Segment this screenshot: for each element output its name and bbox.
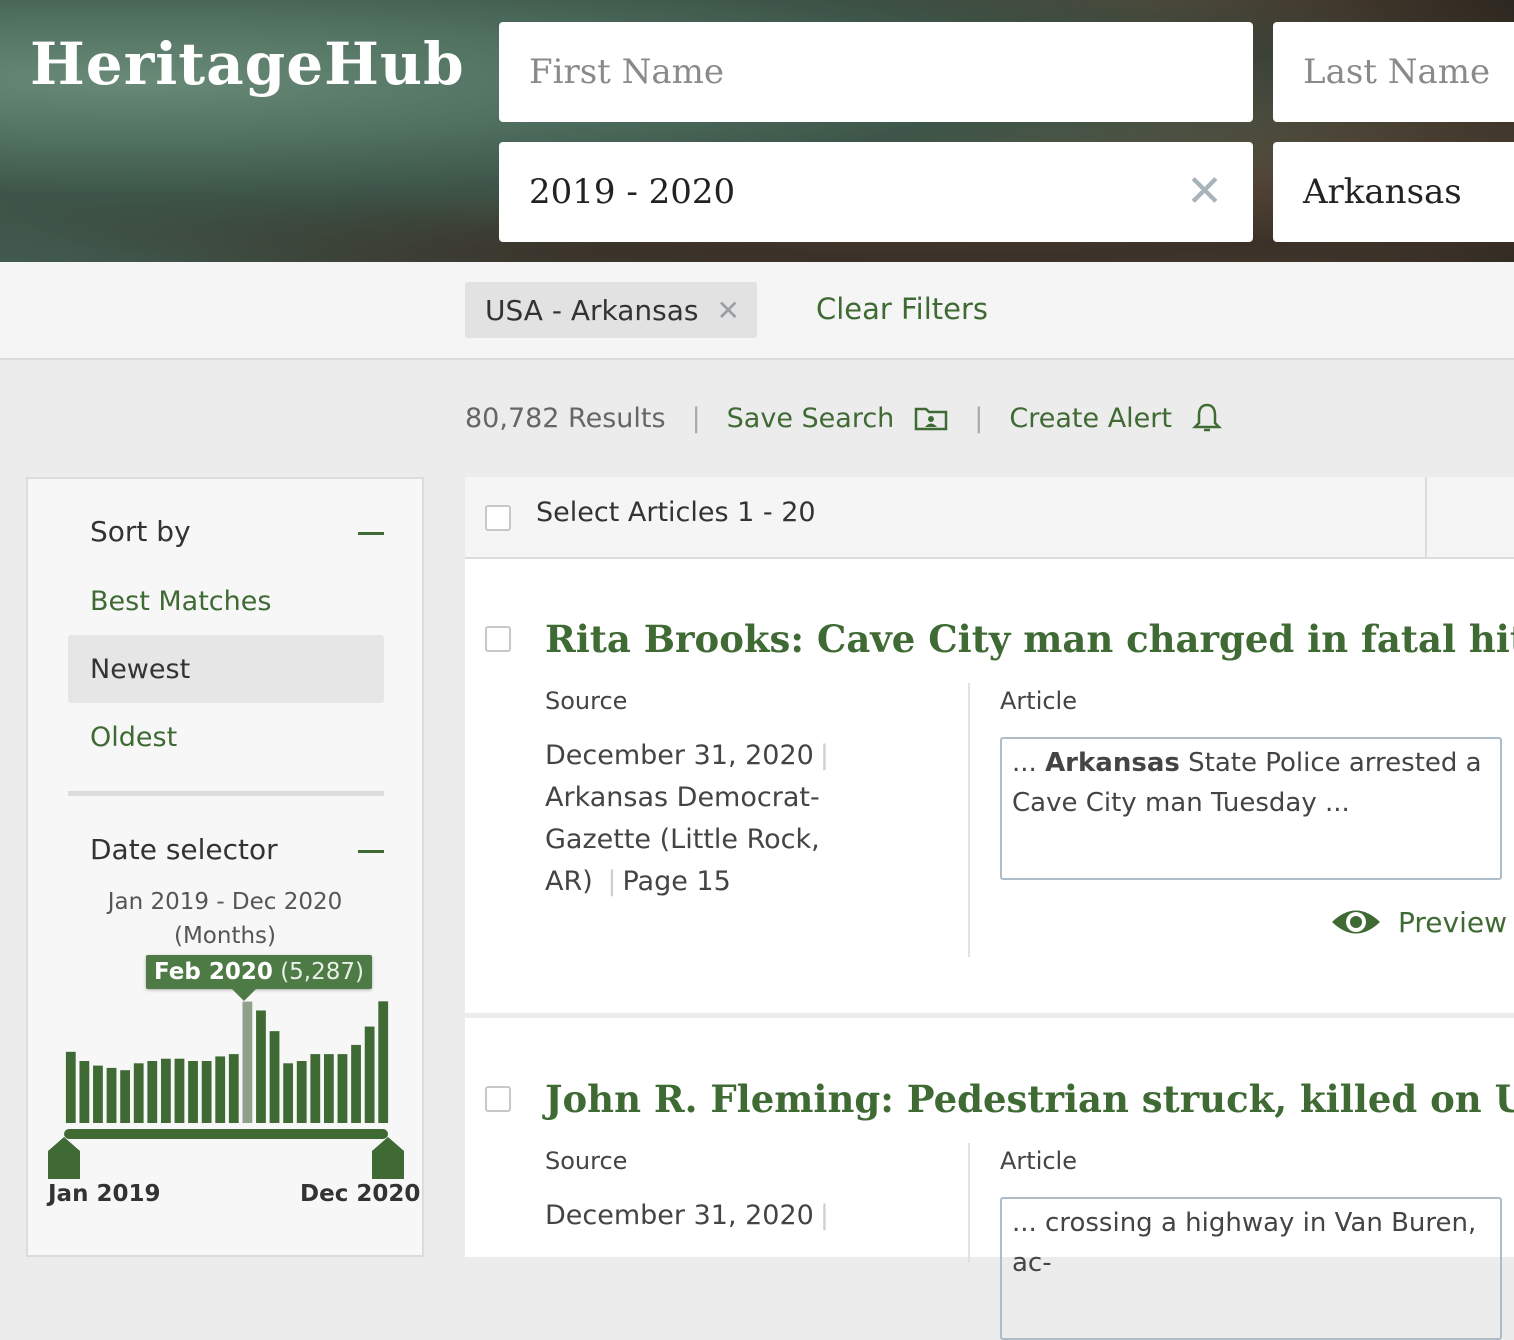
histogram-bar[interactable] (256, 1010, 266, 1123)
histogram-bar[interactable] (174, 1058, 185, 1123)
separator: | (974, 402, 984, 434)
article-snippet[interactable]: ... Arkansas State Police arrested a Cav… (1000, 737, 1502, 880)
results-count: 80,782 Results (465, 402, 666, 434)
article-date: December 31, 2020 (545, 740, 814, 771)
histogram-bar[interactable] (269, 1031, 280, 1123)
remove-filter-icon[interactable]: ✕ (716, 294, 739, 327)
histogram-bar[interactable] (106, 1067, 117, 1123)
source-label: Source (545, 1147, 628, 1175)
date-range-input[interactable]: 2019 - 2020 ✕ (499, 142, 1253, 242)
article-label: Article (1000, 1147, 1077, 1175)
article-title[interactable]: John R. Fleming: Pedestrian struck, kill… (545, 1077, 1514, 1121)
search-hero: HeritageHub First Name Last Name 2019 - … (0, 0, 1514, 262)
results-list: Select Articles 1 - 20 Rita Brooks: Cave… (465, 477, 1514, 1340)
histogram-bar[interactable] (351, 1044, 361, 1123)
collapse-sort-icon[interactable] (358, 532, 384, 535)
article-snippet[interactable]: ... crossing a highway in Van Buren, ac- (1000, 1197, 1502, 1340)
histogram-bar[interactable] (93, 1065, 103, 1123)
divider (1425, 477, 1427, 557)
separator: | (819, 740, 829, 771)
range-end-label: Dec 2020 (300, 1181, 421, 1207)
last-name-input[interactable]: Last Name (1273, 22, 1514, 122)
histogram-bar[interactable] (133, 1063, 144, 1123)
histogram-bar[interactable] (120, 1070, 131, 1123)
column-divider (968, 1143, 970, 1263)
histogram-bar[interactable] (242, 1001, 253, 1123)
histogram-bar[interactable] (201, 1061, 212, 1123)
bell-icon[interactable] (1191, 402, 1222, 434)
article-date: December 31, 2020 (545, 1200, 814, 1231)
slider-handle-start[interactable] (48, 1137, 80, 1179)
snippet-prefix: ... (1012, 748, 1046, 778)
histogram-bar[interactable] (160, 1058, 171, 1123)
date-range-unit: (Months) (173, 923, 277, 949)
filter-bar: USA - Arkansas ✕ Clear Filters (0, 262, 1514, 360)
article-title[interactable]: Rita Brooks: Cave City man charged in fa… (545, 617, 1514, 661)
range-start-label: Jan 2019 (48, 1181, 161, 1207)
sort-option-best-matches[interactable]: Best Matches (68, 567, 384, 635)
select-articles-label: Select Articles 1 - 20 (536, 497, 816, 528)
histogram-bar[interactable] (147, 1061, 158, 1123)
sort-option-newest[interactable]: Newest (68, 635, 384, 703)
date-range-label: Jan 2019 - Dec 2020 (107, 889, 343, 915)
article-source-meta: December 31, 2020 | (545, 1195, 865, 1237)
article-checkbox[interactable] (485, 626, 511, 652)
snippet-highlight: Arkansas (1045, 748, 1180, 778)
filter-chip[interactable]: USA - Arkansas ✕ (465, 282, 757, 338)
article-source-meta: December 31, 2020 | Arkansas Democrat-Gaz… (545, 735, 865, 903)
article-page: Page 15 (622, 866, 731, 897)
date-histogram[interactable] (64, 999, 390, 1123)
histogram-bar[interactable] (378, 1001, 389, 1123)
first-name-input[interactable]: First Name (499, 22, 1253, 122)
preview-label: Preview (1398, 905, 1507, 939)
date-range-value: 2019 - 2020 (529, 172, 736, 212)
sort-by-heading: Sort by (90, 515, 191, 548)
collapse-date-icon[interactable] (358, 850, 384, 853)
histogram-bar[interactable] (310, 1054, 321, 1123)
save-search-link[interactable]: Save Search (727, 403, 895, 434)
column-divider (968, 683, 970, 957)
article-label: Article (1000, 687, 1077, 715)
location-input[interactable]: Arkansas (1273, 142, 1514, 242)
histogram-bar[interactable] (215, 1056, 226, 1123)
histogram-bar[interactable] (65, 1051, 76, 1123)
histogram-bar[interactable] (364, 1026, 375, 1123)
source-label: Source (545, 687, 628, 715)
histogram-bar[interactable] (337, 1054, 348, 1123)
article-separator (465, 1013, 1514, 1018)
date-selector-heading: Date selector (90, 833, 278, 866)
histogram-bar[interactable] (188, 1061, 198, 1123)
separator: | (819, 1200, 829, 1231)
eye-icon (1332, 910, 1380, 934)
filter-chip-label: USA - Arkansas (485, 293, 699, 327)
tooltip-month: Feb 2020 (154, 959, 273, 985)
date-slider-track[interactable] (64, 1129, 388, 1139)
logo[interactable]: HeritageHub (30, 30, 465, 98)
select-all-checkbox[interactable] (485, 505, 511, 531)
clear-date-icon[interactable]: ✕ (1186, 170, 1223, 214)
histogram-bar[interactable] (228, 1054, 239, 1123)
preview-button[interactable]: Preview (1330, 905, 1507, 939)
histogram-bar[interactable] (323, 1054, 334, 1123)
article-checkbox[interactable] (485, 1086, 511, 1112)
separator: | (607, 866, 617, 897)
histogram-bar[interactable] (296, 1061, 307, 1123)
slider-handle-end[interactable] (372, 1137, 404, 1179)
clear-filters-link[interactable]: Clear Filters (816, 292, 988, 326)
create-alert-link[interactable]: Create Alert (1009, 403, 1172, 434)
select-bar: Select Articles 1 - 20 (465, 477, 1514, 559)
tooltip-count: (5,287) (280, 959, 364, 985)
sort-option-oldest[interactable]: Oldest (68, 703, 384, 771)
results-toolbar: 80,782 Results | Save Search | Create Al… (465, 398, 1222, 438)
divider (68, 791, 384, 796)
histogram-tooltip: Feb 2020 (5,287) (146, 955, 372, 1001)
separator: | (691, 402, 701, 434)
histogram-bar[interactable] (283, 1063, 294, 1123)
sidebar: Sort by Best Matches Newest Oldest Date … (26, 477, 424, 1257)
save-folder-icon[interactable] (914, 405, 948, 431)
histogram-bar[interactable] (79, 1061, 90, 1123)
